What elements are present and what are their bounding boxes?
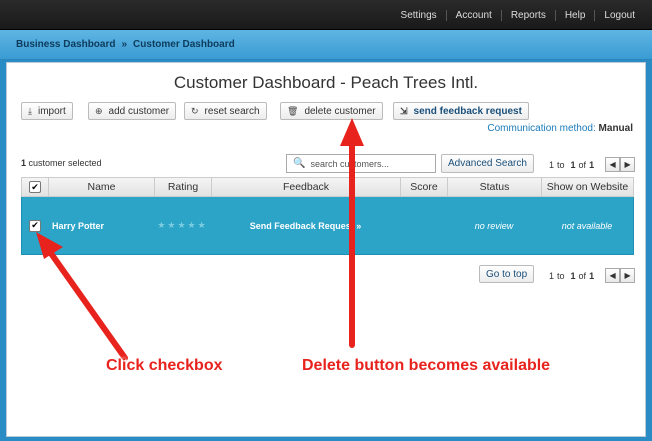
top-nav-links: Settings Account Reports Help Logout bbox=[392, 0, 644, 30]
send-feedback-request-link[interactable]: Send Feedback Request » bbox=[211, 197, 400, 254]
pager-to-word: to bbox=[557, 159, 565, 170]
delete-customer-label: delete customer bbox=[304, 105, 376, 117]
header-name[interactable]: Name bbox=[48, 178, 154, 196]
annotation-click-checkbox: Click checkbox bbox=[106, 357, 223, 374]
next-page-icon[interactable]: ▶ bbox=[620, 268, 636, 283]
breadcrumb-customer-dashboard[interactable]: Customer Dashboard bbox=[133, 39, 235, 50]
table-header: ✔ Name Rating Feedback Score Status Show… bbox=[21, 177, 634, 197]
communication-label: Communication method: bbox=[487, 123, 596, 134]
pager-bottom-to: 1 bbox=[570, 270, 576, 281]
send-feedback-label: send feedback request bbox=[413, 105, 522, 117]
select-all-header: ✔ bbox=[22, 178, 48, 196]
header-score[interactable]: Score bbox=[400, 178, 447, 196]
search-placeholder: search customers... bbox=[310, 158, 389, 169]
selection-count: 1 customer selected bbox=[21, 158, 102, 168]
go-to-top-button[interactable]: Go to top bbox=[479, 265, 535, 283]
score-cell bbox=[400, 197, 447, 254]
account-link[interactable]: Account bbox=[445, 9, 501, 21]
trash-icon: 🗑 bbox=[287, 105, 299, 116]
pager-bottom-of-word: of bbox=[578, 270, 587, 281]
refresh-icon: ↻ bbox=[191, 105, 199, 116]
download-icon: ⤓ bbox=[28, 105, 32, 116]
header-show-on-website[interactable]: Show on Website bbox=[541, 178, 633, 196]
import-button[interactable]: ⤓ import bbox=[21, 102, 73, 120]
reports-link[interactable]: Reports bbox=[500, 9, 555, 21]
top-navigation-bar: Settings Account Reports Help Logout bbox=[0, 0, 652, 30]
reset-search-button[interactable]: ↻ reset search bbox=[184, 102, 267, 120]
advanced-search-label: Advanced Search bbox=[448, 158, 527, 169]
send-feedback-request-button[interactable]: ⇲ send feedback request bbox=[393, 102, 529, 120]
help-link[interactable]: Help bbox=[554, 9, 595, 21]
pager-bottom-total: 1 bbox=[589, 270, 595, 281]
rating-cell: ★★★★★ bbox=[154, 197, 211, 254]
pager-total: 1 bbox=[589, 159, 595, 170]
go-to-top-label: Go to top bbox=[486, 268, 528, 280]
pager-bottom-from: 1 bbox=[549, 270, 555, 281]
add-customer-button[interactable]: ⊕ add customer bbox=[88, 102, 177, 120]
website-cell: not available bbox=[561, 220, 613, 231]
logout-link[interactable]: Logout bbox=[594, 9, 644, 21]
reset-search-label: reset search bbox=[204, 105, 260, 117]
pager-to: 1 bbox=[570, 159, 576, 170]
rating-stars: ★★★★★ bbox=[157, 220, 208, 230]
delete-customer-button[interactable]: 🗑 delete customer bbox=[280, 102, 383, 120]
pager-of-word: of bbox=[578, 159, 587, 170]
pager-bottom-to-word: to bbox=[557, 270, 565, 281]
pager-top: 1 to 1 of 1 ◀ ▶ bbox=[549, 157, 636, 172]
import-label: import bbox=[37, 105, 66, 117]
add-customer-label: add customer bbox=[108, 105, 170, 117]
row-checkbox[interactable]: ✔ bbox=[29, 219, 41, 232]
pager-from: 1 bbox=[549, 159, 555, 170]
share-icon: ⇲ bbox=[400, 105, 408, 116]
communication-value: Manual bbox=[598, 123, 633, 134]
next-page-icon[interactable]: ▶ bbox=[620, 157, 636, 172]
main-panel: Customer Dashboard - Peach Trees Intl. ⤓… bbox=[6, 62, 646, 437]
status-cell: no review bbox=[474, 220, 514, 231]
header-feedback[interactable]: Feedback bbox=[211, 178, 400, 196]
breadcrumb-separator: » bbox=[121, 39, 128, 50]
header-status[interactable]: Status bbox=[447, 178, 541, 196]
prev-page-icon[interactable]: ◀ bbox=[605, 268, 621, 283]
annotation-delete-available: Delete button becomes available bbox=[302, 357, 551, 374]
customer-name: Harry Potter bbox=[52, 220, 105, 231]
header-rating[interactable]: Rating bbox=[154, 178, 211, 196]
customer-table: ✔ Name Rating Feedback Score Status Show… bbox=[21, 177, 634, 255]
selected-text: customer selected bbox=[28, 158, 102, 168]
selected-number: 1 bbox=[21, 158, 27, 168]
search-input[interactable]: 🔍 search customers... bbox=[286, 154, 436, 173]
breadcrumb: Business Dashboard » Customer Dashboard bbox=[0, 30, 652, 60]
settings-link[interactable]: Settings bbox=[392, 10, 446, 21]
row-checkbox-cell: ✔ bbox=[22, 197, 48, 254]
prev-page-icon[interactable]: ◀ bbox=[605, 157, 621, 172]
pager-bottom: 1 to 1 of 1 ◀ ▶ bbox=[549, 268, 636, 283]
advanced-search-button[interactable]: Advanced Search bbox=[441, 154, 534, 173]
plus-circle-icon: ⊕ bbox=[95, 105, 103, 116]
communication-method: Communication method: Manual bbox=[487, 123, 633, 134]
search-icon: 🔍 bbox=[293, 158, 306, 169]
select-all-checkbox[interactable]: ✔ bbox=[29, 181, 41, 193]
page-title: Customer Dashboard - Peach Trees Intl. bbox=[173, 73, 479, 92]
table-row[interactable]: ✔ Harry Potter ★★★★★ Send Feedback Reque… bbox=[21, 197, 634, 255]
breadcrumb-business-dashboard[interactable]: Business Dashboard bbox=[16, 39, 115, 50]
